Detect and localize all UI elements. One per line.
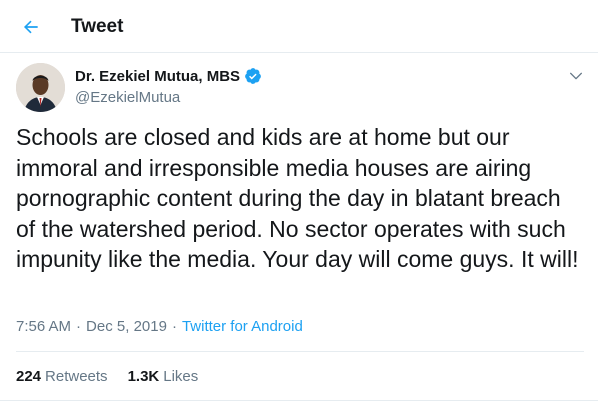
likes-stat[interactable]: 1.3K Likes — [128, 368, 199, 385]
more-options-button[interactable] — [566, 66, 586, 86]
author-handle[interactable]: @EzekielMutua — [75, 89, 180, 106]
author-name-row[interactable]: Dr. Ezekiel Mutua, MBS — [75, 67, 262, 85]
back-button[interactable] — [14, 10, 48, 44]
likes-label: Likes — [163, 368, 199, 385]
tweet-time[interactable]: 7:56 AM — [16, 318, 71, 335]
page-header: Tweet — [0, 0, 598, 53]
avatar-image — [16, 63, 65, 112]
likes-count: 1.3K — [127, 368, 160, 385]
retweets-count: 224 — [16, 368, 42, 385]
tweet-metadata: 7:56 AM · Dec 5, 2019 · Twitter for Andr… — [16, 318, 303, 335]
divider — [16, 351, 584, 352]
tweet-date[interactable]: Dec 5, 2019 — [86, 318, 167, 335]
tweet-text: Schools are closed and kids are at home … — [16, 124, 579, 272]
author-display-name[interactable]: Dr. Ezekiel Mutua, MBS — [75, 68, 240, 85]
separator: · — [171, 318, 177, 335]
retweets-stat[interactable]: 224 Retweets — [16, 368, 108, 385]
tweet-source-link[interactable]: Twitter for Android — [182, 318, 303, 335]
page-title: Tweet — [71, 16, 124, 37]
retweets-label: Retweets — [45, 368, 108, 385]
verified-badge-icon — [244, 67, 262, 85]
avatar[interactable] — [16, 63, 65, 112]
chevron-down-icon — [570, 72, 582, 80]
arrow-left-icon — [23, 20, 38, 34]
tweet-stats: 224 Retweets 1.3K Likes — [16, 368, 218, 385]
separator: · — [76, 318, 82, 335]
